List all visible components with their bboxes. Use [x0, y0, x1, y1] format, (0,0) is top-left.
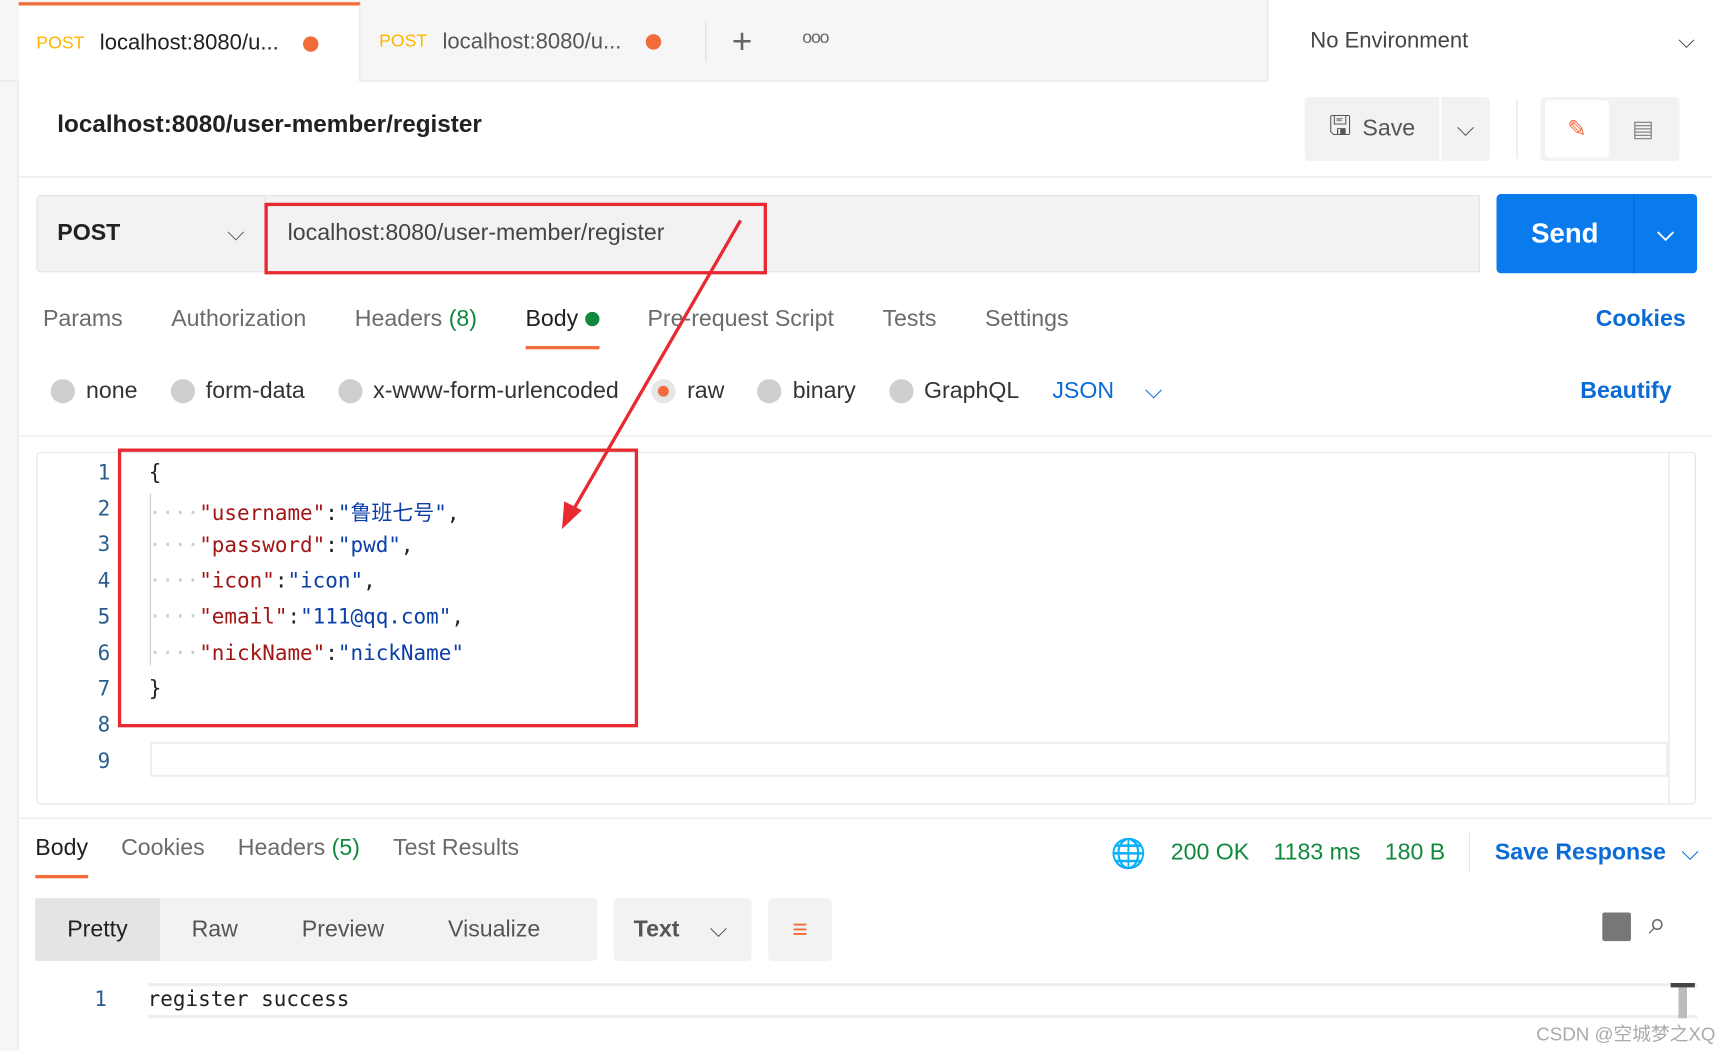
divider	[18, 817, 1712, 819]
tab-label: Headers	[237, 835, 326, 861]
view-visualize[interactable]: Visualize	[416, 898, 572, 961]
wrap-lines-icon[interactable]: ≡	[768, 898, 833, 961]
save-response-button[interactable]: Save Response ⌵	[1495, 840, 1699, 866]
response-format-select[interactable]: Text ⌵	[613, 898, 752, 961]
response-time[interactable]: 1183 ms	[1273, 840, 1360, 866]
response-view-segmented: Pretty Raw Preview Visualize	[35, 898, 598, 961]
view-raw[interactable]: Raw	[160, 898, 270, 961]
headers-count: (5)	[331, 835, 360, 861]
response-line	[147, 982, 1698, 1019]
view-pretty[interactable]: Pretty	[35, 898, 160, 961]
response-meta: 🌐 200 OK 1183 ms 180 B Save Response ⌵	[1111, 833, 1699, 873]
line-number: 1	[94, 987, 107, 1012]
tab-test-results[interactable]: Test Results	[393, 835, 519, 878]
tab-response-body[interactable]: Body	[35, 835, 89, 879]
watermark: CSDN @空城梦之XQ	[1536, 1023, 1716, 1045]
postman-window: POST localhost:8080/u... POST localhost:80…	[0, 0, 1728, 1051]
response-scrollbar[interactable]	[1670, 982, 1695, 1019]
chevron-down-icon: ⌵	[1681, 839, 1699, 866]
annotation-arrow	[562, 219, 742, 529]
status-code[interactable]: 200 OK	[1171, 840, 1249, 866]
save-response-label: Save Response	[1494, 839, 1666, 866]
search-icon[interactable]: ⌕	[1649, 906, 1666, 942]
tab-response-headers[interactable]: Headers (5)	[238, 835, 360, 878]
view-preview[interactable]: Preview	[270, 898, 416, 961]
format-label: Text	[633, 916, 680, 942]
response-size[interactable]: 180 B	[1385, 840, 1445, 866]
copy-icon[interactable]	[1602, 912, 1631, 942]
chevron-down-icon: ⌵	[709, 916, 728, 942]
divider	[1469, 833, 1471, 873]
tab-response-cookies[interactable]: Cookies	[121, 835, 205, 878]
response-tabs: Body Cookies Headers (5) Test Results	[35, 835, 519, 879]
globe-icon[interactable]: 🌐	[1111, 836, 1147, 870]
response-text: register success	[147, 987, 350, 1012]
